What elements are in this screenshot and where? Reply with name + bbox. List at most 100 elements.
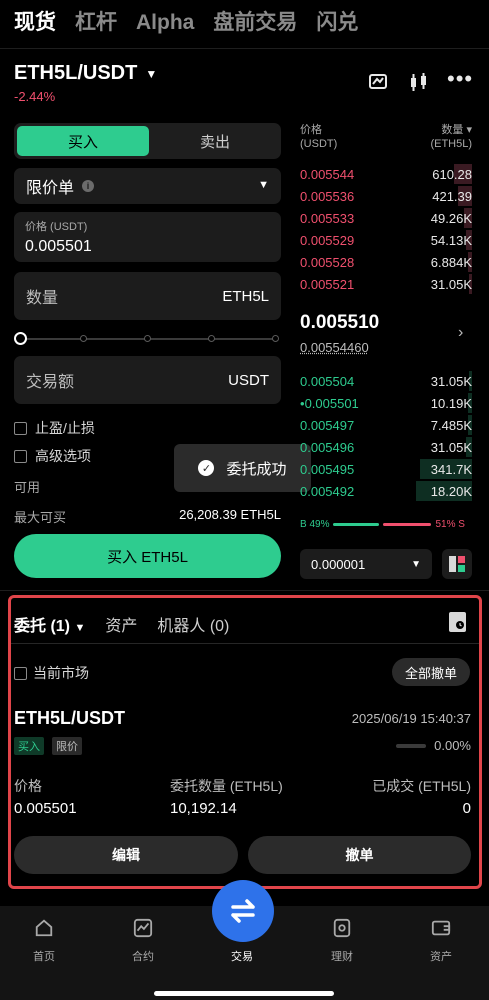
home-icon	[35, 919, 53, 937]
nav-trade[interactable]: 交易	[212, 948, 272, 964]
bid-row[interactable]: 0.005496 31.05K	[300, 436, 472, 458]
total-input[interactable]: 交易额 USDT	[14, 356, 281, 404]
tab-convert[interactable]: 闪兑	[316, 8, 358, 38]
price-input-value[interactable]: 0.005501	[25, 238, 270, 256]
amount-slider[interactable]	[14, 332, 279, 345]
nav-earn[interactable]: 理财	[312, 918, 372, 964]
price-input[interactable]: 价格 (USDT) 0.005501	[14, 212, 281, 262]
buy-ratio: B 49%	[300, 519, 330, 530]
wallet-icon	[431, 920, 451, 936]
bid-price: 0.005495	[300, 461, 355, 477]
nav-home[interactable]: 首页	[14, 918, 74, 964]
available-label: 可用	[14, 480, 41, 495]
ask-qty: 54.13K	[430, 232, 472, 248]
ask-price: 0.005533	[300, 210, 355, 226]
swap-icon	[231, 899, 255, 923]
price-input-label: 价格 (USDT)	[25, 221, 88, 233]
bid-qty: 31.05K	[430, 373, 472, 389]
slider-step[interactable]	[208, 335, 215, 342]
divider	[11, 643, 479, 644]
order-pair[interactable]: ETH5L/USDT	[14, 708, 125, 729]
pair-selector[interactable]: ETH5L/USDT ▼	[14, 62, 157, 85]
buy-button[interactable]: 买入 ETH5L	[14, 534, 281, 578]
chevron-right-icon[interactable]: ›	[458, 324, 463, 342]
bid-qty: 18.20K	[430, 483, 472, 499]
success-toast: ✓ 委托成功	[174, 444, 311, 492]
ob-price-unit: (USDT)	[300, 138, 338, 150]
slider-handle[interactable]	[14, 332, 27, 345]
orders-tabs: 委托 (1) ▼ 资产 机器人 (0)	[14, 612, 249, 636]
candlestick-icon[interactable]	[408, 72, 430, 99]
ask-price: 0.005529	[300, 232, 355, 248]
tab-premarket[interactable]: 盘前交易	[213, 8, 297, 38]
bid-qty: 10.19K	[430, 395, 472, 411]
bid-row[interactable]: •0.005501 10.19K	[300, 392, 472, 414]
order-price-label: 价格	[14, 778, 42, 794]
slider-step[interactable]	[144, 335, 151, 342]
mark-price: 0.00554460	[300, 340, 369, 355]
tab-spot[interactable]: 现货	[14, 8, 56, 38]
bid-price: 0.005497	[300, 417, 355, 433]
max-buy-value: 26,208.39 ETH5L	[179, 507, 281, 522]
ask-row[interactable]: 0.005533 49.26K	[300, 207, 472, 229]
ask-row[interactable]: 0.005521 31.05K	[300, 273, 472, 295]
sell-tab[interactable]: 卖出	[151, 126, 279, 156]
chart-settings-icon[interactable]	[368, 72, 388, 97]
quantity-label: 数量	[26, 290, 59, 307]
divider	[0, 48, 489, 49]
edit-order-button[interactable]: 编辑	[14, 836, 238, 874]
buy-tab[interactable]: 买入	[17, 126, 149, 156]
ask-qty: 610.28	[432, 166, 472, 182]
tab-assets[interactable]: 资产	[105, 612, 137, 636]
ob-qty-title: 数量 ▾	[441, 124, 472, 136]
bid-price-text: 0.005501	[304, 395, 359, 411]
checkbox-box[interactable]	[14, 449, 27, 463]
cancel-all-button[interactable]: 全部撤单	[392, 658, 470, 686]
bid-row[interactable]: 0.005504 31.05K	[300, 370, 472, 392]
bid-row[interactable]: 0.005495 341.7K	[300, 458, 472, 480]
bid-row[interactable]: 0.005497 7.485K	[300, 414, 472, 436]
nav-futures[interactable]: 合约	[113, 918, 173, 964]
ob-qty-header[interactable]: 数量 ▾ (ETH5L)	[412, 123, 472, 151]
advanced-checkbox[interactable]: 高级选项	[14, 446, 91, 466]
price-change: -2.44%	[14, 89, 56, 104]
tpsl-checkbox[interactable]: 止盈/止损	[14, 418, 95, 438]
cancel-order-button[interactable]: 撤单	[248, 836, 471, 874]
more-icon[interactable]: •••	[447, 66, 473, 92]
total-unit: USDT	[228, 371, 269, 389]
last-price[interactable]: 0.005510	[300, 312, 379, 334]
quantity-input[interactable]: 数量 ETH5L	[14, 272, 281, 320]
bid-qty: 341.7K	[430, 461, 472, 477]
ask-row[interactable]: 0.005529 54.13K	[300, 229, 472, 251]
tpsl-label: 止盈/止损	[35, 420, 95, 436]
checkbox-box[interactable]	[14, 421, 27, 435]
ask-row[interactable]: 0.005536 421.39	[300, 185, 472, 207]
slider-step[interactable]	[272, 335, 279, 342]
precision-select[interactable]: 0.000001 ▼	[300, 549, 432, 579]
ask-row[interactable]: 0.005528 6.884K	[300, 251, 472, 273]
buy-ratio-bar	[333, 523, 380, 526]
slider-step[interactable]	[80, 335, 87, 342]
trade-fab[interactable]	[212, 880, 274, 942]
divider	[0, 590, 489, 591]
orderbook-layout-icon[interactable]	[442, 549, 472, 579]
sell-ratio: 51% S	[435, 519, 465, 530]
checkbox-box[interactable]	[14, 666, 27, 680]
tab-alpha[interactable]: Alpha	[136, 8, 194, 38]
tab-bots[interactable]: 机器人 (0)	[157, 612, 229, 636]
tab-open-orders[interactable]: 委托 (1) ▼	[14, 612, 85, 636]
history-icon[interactable]	[449, 612, 466, 632]
info-icon[interactable]: i	[82, 180, 95, 192]
order-type-select[interactable]: 限价单 i ▼	[14, 168, 281, 204]
max-buy-label: 最大可买	[14, 510, 67, 525]
current-market-checkbox[interactable]: 当前市场	[14, 663, 89, 683]
sell-ratio-bar	[383, 523, 432, 526]
ask-qty: 31.05K	[430, 276, 472, 292]
order-qty-col: 委托数量 (ETH5L) 10,192.14	[170, 776, 283, 817]
ask-qty: 421.39	[432, 188, 472, 204]
tab-margin[interactable]: 杠杆	[75, 8, 117, 38]
ask-row[interactable]: 0.005544 610.28	[300, 163, 472, 185]
bid-row[interactable]: 0.005492 18.20K	[300, 480, 472, 502]
nav-assets[interactable]: 资产	[411, 918, 471, 964]
pair-name: ETH5L/USDT	[14, 62, 138, 84]
